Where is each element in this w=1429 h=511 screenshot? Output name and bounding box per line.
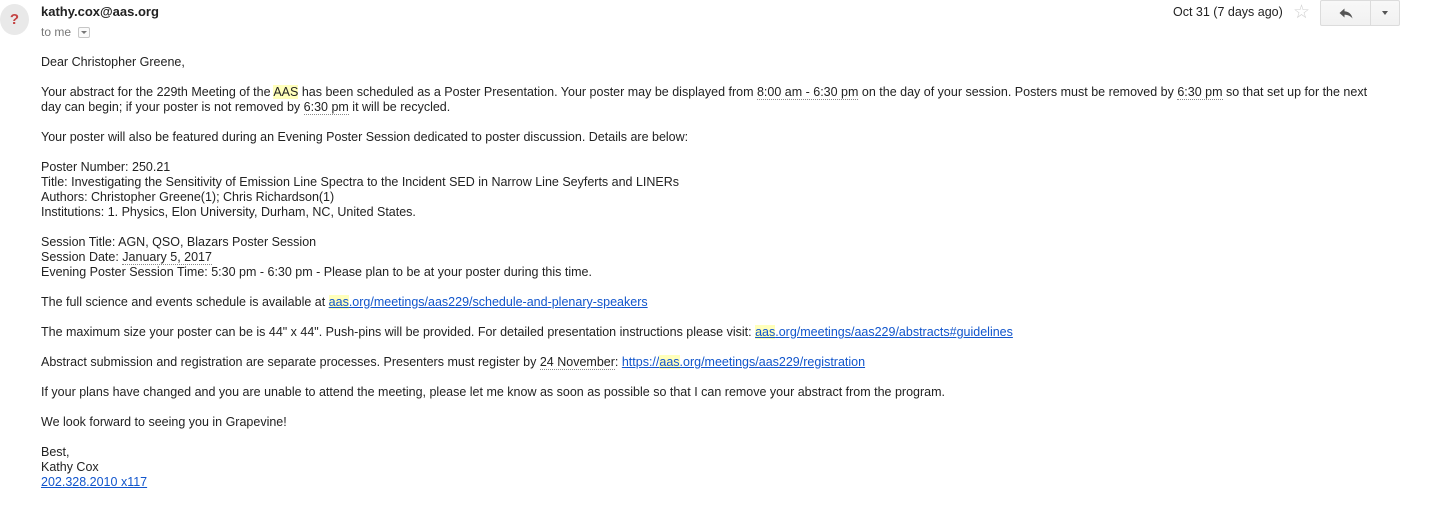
session-time: Evening Poster Session Time: 5:30 pm - 6…	[41, 265, 592, 279]
signoff: Best,	[41, 445, 70, 459]
reply-button[interactable]	[1320, 0, 1371, 26]
more-options-icon	[1382, 11, 1388, 15]
email-body: Dear Christopher Greene, Your abstract f…	[41, 55, 1381, 490]
question-mark-avatar: ?	[9, 11, 20, 28]
greeting: Dear Christopher Greene,	[41, 55, 185, 69]
poster-title: Title: Investigating the Sensitivity of …	[41, 175, 680, 189]
registration-paragraph: Abstract submission and registration are…	[41, 355, 866, 370]
signature-name: Kathy Cox	[41, 460, 99, 474]
paragraph-evening-session: Your poster will also be featured during…	[41, 130, 689, 144]
poster-details: Poster Number: 250.21 Title: Investigati…	[41, 160, 1381, 220]
plans-paragraph: If your plans have changed and you are u…	[41, 385, 945, 399]
more-options-button[interactable]	[1370, 0, 1400, 26]
paragraph-scheduling: Your abstract for the 229th Meeting of t…	[41, 85, 1368, 115]
star-icon[interactable]: ☆	[1293, 1, 1310, 24]
sender-avatar: ?	[0, 4, 29, 35]
poster-authors: Authors: Christopher Greene(1); Chris Ri…	[41, 190, 335, 204]
aas-highlight: AAS	[273, 85, 299, 99]
removal-time[interactable]: 6:30 pm	[1177, 85, 1223, 100]
email-date: Oct 31 (7 days ago)	[1173, 5, 1283, 19]
recycle-time[interactable]: 6:30 pm	[303, 100, 349, 115]
sender-email[interactable]: kathy.cox@aas.org	[41, 4, 159, 19]
poster-institutions: Institutions: 1. Physics, Elon Universit…	[41, 205, 416, 219]
session-date[interactable]: January 5, 2017	[122, 250, 212, 265]
guidelines-link[interactable]: aas.org/meetings/aas229/abstracts#guidel…	[755, 325, 1013, 339]
closing-paragraph: We look forward to seeing you in Grapevi…	[41, 415, 287, 429]
schedule-paragraph: The full science and events schedule is …	[41, 295, 648, 309]
time-range[interactable]: 8:00 am - 6:30 pm	[756, 85, 859, 100]
poster-number: Poster Number: 250.21	[41, 160, 171, 174]
registration-link[interactable]: https://aas.org/meetings/aas229/registra…	[622, 355, 865, 369]
session-details: Session Title: AGN, QSO, Blazars Poster …	[41, 235, 592, 279]
recipient-label: to me	[41, 25, 72, 39]
dropdown-arrow-icon[interactable]	[78, 26, 91, 38]
signature: Best, Kathy Cox 202.328.2010 x117	[41, 445, 1381, 490]
session-title: Session Title: AGN, QSO, Blazars Poster …	[41, 235, 317, 249]
size-paragraph: The maximum size your poster can be is 4…	[41, 325, 1013, 339]
phone-link[interactable]: 202.328.2010 x117	[41, 475, 147, 489]
registration-deadline[interactable]: 24 November	[539, 355, 615, 370]
schedule-link[interactable]: aas.org/meetings/aas229/schedule-and-ple…	[328, 295, 648, 309]
recipient-line: to me	[41, 25, 91, 39]
reply-icon	[1339, 8, 1352, 18]
